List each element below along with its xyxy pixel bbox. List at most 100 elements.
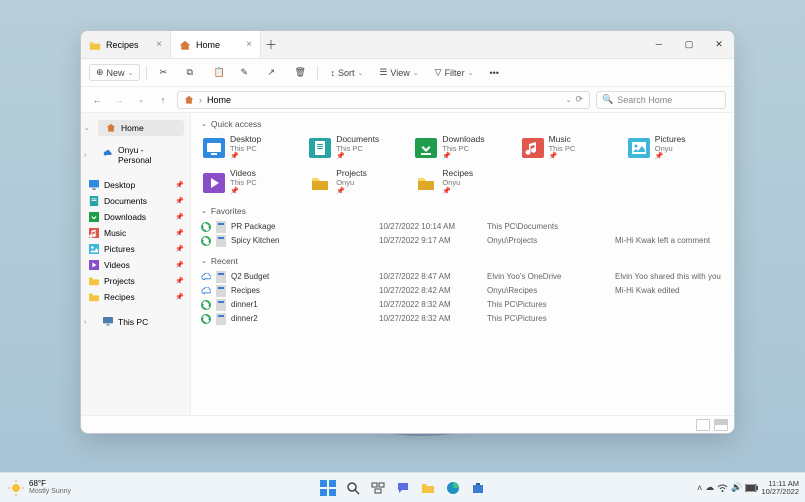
pin-icon: 📌: [230, 188, 257, 196]
chevron-down-icon[interactable]: ⌄: [566, 96, 572, 104]
cut-button[interactable]: ✂: [153, 65, 176, 80]
search-button[interactable]: [342, 477, 364, 499]
list-item[interactable]: Spicy Kitchen10/27/2022 9:17 AMOnyu\Proj…: [201, 234, 724, 248]
pin-icon: 📌: [442, 188, 473, 196]
edge-button[interactable]: [442, 477, 464, 499]
sidebar-item-onedrive[interactable]: Onyu - Personal: [95, 142, 187, 168]
section-favorites[interactable]: ⌄Favorites: [201, 206, 724, 216]
status-icon: [201, 286, 211, 296]
quick-item-music[interactable]: MusicThis PC📌: [520, 133, 618, 163]
battery-icon[interactable]: [745, 484, 758, 492]
rename-button[interactable]: ✎: [234, 65, 257, 80]
pc-icon: [103, 317, 113, 327]
new-button[interactable]: ⊕ New ⌄: [89, 64, 140, 81]
forward-button[interactable]: →: [111, 92, 127, 108]
maximize-button[interactable]: ▢: [674, 39, 704, 50]
view-icon: ☰: [379, 67, 387, 78]
file-icon: [216, 300, 226, 310]
paste-button[interactable]: 📋: [207, 65, 230, 80]
add-tab-button[interactable]: ＋: [261, 36, 281, 53]
close-button[interactable]: ✕: [704, 39, 734, 50]
share-button[interactable]: ↗: [261, 65, 284, 80]
refresh-button[interactable]: ⟳: [575, 94, 583, 105]
quick-item-pictures[interactable]: PicturesOnyu📌: [626, 133, 724, 163]
onedrive-icon[interactable]: ☁: [705, 482, 714, 493]
volume-icon[interactable]: 🔊: [731, 482, 742, 493]
quick-item-documents[interactable]: DocumentsThis PC📌: [307, 133, 405, 163]
list-item[interactable]: Recipes10/27/2022 8:42 AMOnyu\RecipesMi-…: [201, 284, 724, 298]
chat-button[interactable]: [392, 477, 414, 499]
file-icon: [216, 314, 226, 324]
tray-chevron[interactable]: ˄: [697, 483, 702, 493]
list-item[interactable]: PR Package10/27/2022 10:14 AMThis PC\Doc…: [201, 220, 724, 234]
tab-home[interactable]: Home ×: [171, 31, 261, 58]
close-tab-icon[interactable]: ×: [246, 39, 252, 50]
tab-recipes[interactable]: Recipes ×: [81, 31, 171, 58]
list-item[interactable]: Q2 Budget10/27/2022 8:47 AMElvin Yoo's O…: [201, 270, 724, 284]
delete-button[interactable]: 🗑: [288, 65, 311, 80]
thumbnails-view-button[interactable]: [714, 419, 728, 431]
sidebar-item-pictures[interactable]: Pictures📌: [81, 241, 190, 257]
list-item[interactable]: dinner110/27/2022 8:32 AMThis PC\Picture…: [201, 298, 724, 312]
sidebar-item-desktop[interactable]: Desktop📌: [81, 177, 190, 193]
details-view-button[interactable]: [696, 419, 710, 431]
task-view-button[interactable]: [367, 477, 389, 499]
view-button[interactable]: ☰ View⌄: [373, 65, 424, 80]
tab-label: Recipes: [106, 40, 139, 50]
clock[interactable]: 11:11 AM 10/27/2022: [761, 480, 799, 495]
section-quick-access[interactable]: ⌄Quick access: [201, 119, 724, 129]
file-icon: [216, 286, 226, 296]
minimize-button[interactable]: ─: [644, 39, 674, 50]
quick-item-desktop[interactable]: DesktopThis PC📌: [201, 133, 299, 163]
wifi-icon[interactable]: [717, 483, 728, 492]
quick-item-recipes[interactable]: RecipesOnyu📌: [413, 167, 511, 197]
home-icon: [106, 123, 116, 133]
pin-icon: 📌: [655, 153, 686, 161]
search-input[interactable]: 🔍 Search Home: [596, 91, 726, 109]
pin-icon: 📌: [336, 153, 379, 161]
status-icon: [201, 314, 211, 324]
sidebar-item-documents[interactable]: Documents📌: [81, 193, 190, 209]
command-bar: ⊕ New ⌄ ✂ ⧉ 📋 ✎ ↗ 🗑 ↕ Sort ⌄ ☰ View⌄ ▽ F…: [81, 59, 734, 87]
sidebar-item-thispc[interactable]: This PC: [95, 314, 187, 330]
vid-icon: [203, 173, 225, 193]
close-tab-icon[interactable]: ×: [156, 39, 162, 50]
back-button[interactable]: ←: [89, 92, 105, 108]
list-item[interactable]: dinner210/27/2022 8:32 AMThis PC\Picture…: [201, 312, 724, 326]
sidebar-item-music[interactable]: Music📌: [81, 225, 190, 241]
weather-widget[interactable]: 68°FMostly Sunny: [0, 480, 79, 496]
section-recent[interactable]: ⌄Recent: [201, 256, 724, 266]
sidebar-item-projects[interactable]: Projects📌: [81, 273, 190, 289]
sidebar-item-videos[interactable]: Videos📌: [81, 257, 190, 273]
address-bar-row: ← → ⌄ ↑ › Home ⌄ ⟳ 🔍 Search Home: [81, 87, 734, 113]
sort-button[interactable]: ↕ Sort ⌄: [324, 66, 369, 80]
sidebar-item-downloads[interactable]: Downloads📌: [81, 209, 190, 225]
store-button[interactable]: [467, 477, 489, 499]
status-icon: [201, 272, 211, 282]
down-icon: [415, 138, 437, 158]
more-button[interactable]: •••: [483, 66, 504, 80]
cut-icon: ✂: [159, 67, 170, 78]
navigation-pane: ⌄ Home › Onyu - Personal Desktop📌Documen…: [81, 113, 191, 415]
filter-button[interactable]: ▽ Filter⌄: [429, 65, 480, 80]
content-area: ⌄Quick access DesktopThis PC📌 DocumentsTh…: [191, 113, 734, 415]
status-icon: [201, 222, 211, 232]
file-icon: [216, 236, 226, 246]
pin-icon: 📌: [175, 293, 184, 301]
copy-button[interactable]: ⧉: [180, 65, 203, 80]
explorer-button[interactable]: [417, 477, 439, 499]
sidebar-item-home[interactable]: Home: [98, 120, 184, 136]
address-bar[interactable]: › Home ⌄ ⟳: [177, 91, 590, 109]
sidebar-item-recipes[interactable]: Recipes📌: [81, 289, 190, 305]
start-button[interactable]: [317, 477, 339, 499]
chevron-down-icon: ⌄: [128, 69, 134, 77]
quick-item-projects[interactable]: ProjectsOnyu📌: [307, 167, 405, 197]
recent-locations-button[interactable]: ⌄: [133, 92, 149, 108]
up-button[interactable]: ↑: [155, 92, 171, 108]
folder-icon: [415, 173, 437, 193]
quick-item-videos[interactable]: VideosThis PC📌: [201, 167, 299, 197]
plus-icon: ⊕: [96, 67, 104, 78]
pin-icon: 📌: [175, 245, 184, 253]
quick-item-downloads[interactable]: DownloadsThis PC📌: [413, 133, 511, 163]
videos-icon: [89, 260, 99, 270]
